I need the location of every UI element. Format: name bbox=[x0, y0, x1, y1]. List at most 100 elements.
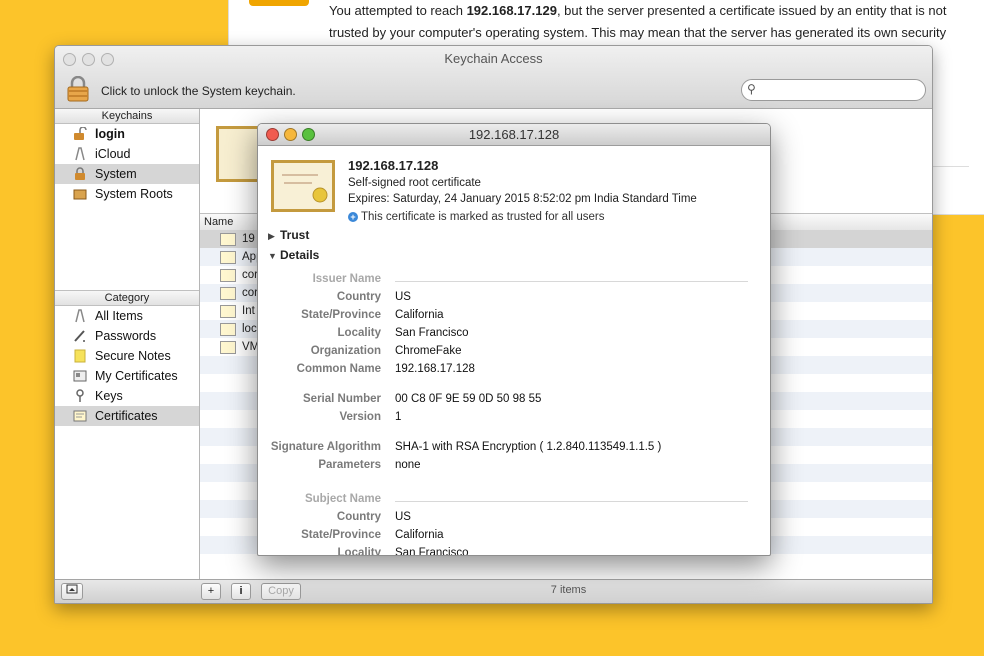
detail-row: State/Province California bbox=[258, 529, 763, 547]
search-icon: ⚲ bbox=[747, 82, 756, 96]
certificate-warning-text: You attempted to reach 192.168.17.129, b… bbox=[329, 0, 959, 44]
unlock-label: Click to unlock the System keychain. bbox=[101, 84, 296, 98]
cert-subtitle: Self-signed root certificate bbox=[348, 177, 481, 189]
trust-status-text: This certificate is marked as trusted fo… bbox=[361, 211, 605, 223]
subject-section-header: Subject Name bbox=[258, 493, 763, 511]
lock-closed-icon bbox=[75, 167, 85, 180]
detail-row: Country US bbox=[258, 511, 763, 529]
row-label: cor bbox=[242, 287, 258, 299]
lock-icon[interactable] bbox=[67, 76, 89, 102]
field-value: ChromeFake bbox=[395, 345, 462, 357]
certificate-icon bbox=[220, 269, 236, 282]
divider bbox=[395, 501, 748, 502]
key-icon bbox=[76, 389, 84, 402]
sidebar-item-label: Secure Notes bbox=[95, 349, 171, 363]
certificate-window: 192.168.17.128 192.168.17.128 Self-signe… bbox=[257, 123, 771, 556]
sidebar-item-secure-notes[interactable]: Secure Notes bbox=[55, 346, 199, 366]
sidebar-item-icloud[interactable]: iCloud bbox=[55, 144, 199, 164]
pen-icon bbox=[74, 330, 85, 342]
field-label: State/Province bbox=[301, 309, 381, 321]
trust-disclosure[interactable]: ▶ Trust bbox=[268, 228, 309, 242]
row-label: Int bbox=[242, 305, 255, 317]
sidebar-item-system[interactable]: System bbox=[55, 164, 199, 184]
cert-window-title: 192.168.17.128 bbox=[468, 127, 560, 142]
sidebar-item-label: Passwords bbox=[95, 329, 157, 343]
sidebar-item-login[interactable]: login bbox=[55, 124, 199, 144]
lock-open-icon bbox=[74, 127, 87, 140]
certificate-icon bbox=[220, 287, 236, 300]
field-label: Locality bbox=[337, 547, 381, 556]
field-label: Issuer Name bbox=[312, 273, 381, 285]
detail-row: Organization ChromeFake bbox=[258, 345, 763, 363]
field-label: Organization bbox=[310, 345, 381, 357]
detail-row: Parameters none bbox=[258, 459, 763, 477]
field-value: San Francisco bbox=[395, 327, 469, 339]
divider bbox=[395, 281, 748, 282]
keychains-header: Keychains bbox=[55, 109, 199, 124]
detail-row: Country US bbox=[258, 291, 763, 309]
field-label: Subject Name bbox=[304, 493, 381, 505]
field-label: Common Name bbox=[296, 363, 381, 375]
cert-trust-status: + This certificate is marked as trusted f… bbox=[348, 211, 605, 223]
field-label: Parameters bbox=[318, 459, 381, 471]
warning-prefix: You attempted to reach bbox=[329, 3, 467, 18]
sidebar-item-passwords[interactable]: Passwords bbox=[55, 326, 199, 346]
detail-row: Signature Algorithm SHA-1 with RSA Encryp… bbox=[258, 441, 763, 459]
sidebar-item-all-items[interactable]: All Items bbox=[55, 306, 199, 326]
field-value: California bbox=[395, 309, 444, 321]
sidebar-item-label: Certificates bbox=[95, 409, 158, 423]
field-value: 192.168.17.128 bbox=[395, 363, 475, 375]
search-input[interactable]: ⚲ bbox=[741, 79, 926, 101]
cert-window-titlebar: 192.168.17.128 bbox=[258, 124, 770, 146]
sidebar-item-keys[interactable]: Keys bbox=[55, 386, 199, 406]
bottom-bar: + i Copy 7 items bbox=[55, 579, 932, 603]
category-header: Category bbox=[55, 291, 199, 306]
item-count: 7 items bbox=[550, 584, 587, 596]
id-card-icon bbox=[73, 370, 87, 382]
field-label: State/Province bbox=[301, 529, 381, 541]
warning-host: 192.168.17.129 bbox=[466, 3, 557, 18]
folder-icon bbox=[73, 189, 87, 200]
sidebar-item-label: My Certificates bbox=[95, 369, 178, 383]
field-label: Signature Algorithm bbox=[270, 441, 381, 453]
window-title: Keychain Access bbox=[444, 51, 543, 66]
category-section: Category All Items Passwords Secure Note… bbox=[55, 290, 199, 426]
sidebar-item-label: System Roots bbox=[95, 187, 173, 201]
details-disclosure[interactable]: ▼ Details bbox=[268, 248, 319, 262]
detail-row: Locality San Francisco bbox=[258, 547, 763, 556]
plus-circle-icon: + bbox=[348, 211, 358, 222]
keys-icon bbox=[75, 309, 85, 323]
field-label: Serial Number bbox=[303, 393, 381, 405]
field-label: Country bbox=[336, 291, 381, 303]
issuer-section-header: Issuer Name bbox=[258, 273, 763, 291]
sidebar-item-label: All Items bbox=[95, 309, 143, 323]
certificate-icon bbox=[220, 323, 236, 336]
field-value: US bbox=[395, 511, 411, 523]
sidebar-item-certificates[interactable]: Certificates bbox=[55, 406, 199, 426]
trust-label: Trust bbox=[280, 228, 310, 242]
sidebar-item-my-certificates[interactable]: My Certificates bbox=[55, 366, 199, 386]
field-value: none bbox=[395, 459, 421, 471]
sidebar-item-label: System bbox=[95, 167, 137, 181]
detail-row: Common Name 192.168.17.128 bbox=[258, 363, 763, 381]
detail-row: Serial Number 00 C8 0F 9E 59 0D 50 98 55 bbox=[258, 393, 763, 411]
field-label: Locality bbox=[337, 327, 381, 339]
certificate-icon bbox=[220, 233, 236, 246]
disclosure-right-icon: ▶ bbox=[268, 231, 275, 241]
cert-expiry: Expires: Saturday, 24 January 2015 8:52:… bbox=[348, 193, 697, 205]
row-label: cor bbox=[242, 269, 258, 281]
details-label: Details bbox=[280, 248, 320, 262]
field-value: 1 bbox=[395, 411, 402, 423]
cert-name: 192.168.17.128 bbox=[348, 158, 439, 173]
certificate-icon bbox=[73, 410, 87, 422]
field-value: San Francisco bbox=[395, 547, 469, 556]
field-label: Version bbox=[339, 411, 381, 423]
certificate-icon bbox=[220, 305, 236, 318]
detail-row: Version 1 bbox=[258, 411, 763, 429]
disclosure-down-icon: ▼ bbox=[268, 251, 277, 261]
sidebar-item-system-roots[interactable]: System Roots bbox=[55, 184, 199, 204]
detail-row: Locality San Francisco bbox=[258, 327, 763, 345]
field-label: Country bbox=[336, 511, 381, 523]
row-label: loc bbox=[242, 323, 257, 335]
certificate-icon bbox=[271, 160, 335, 212]
